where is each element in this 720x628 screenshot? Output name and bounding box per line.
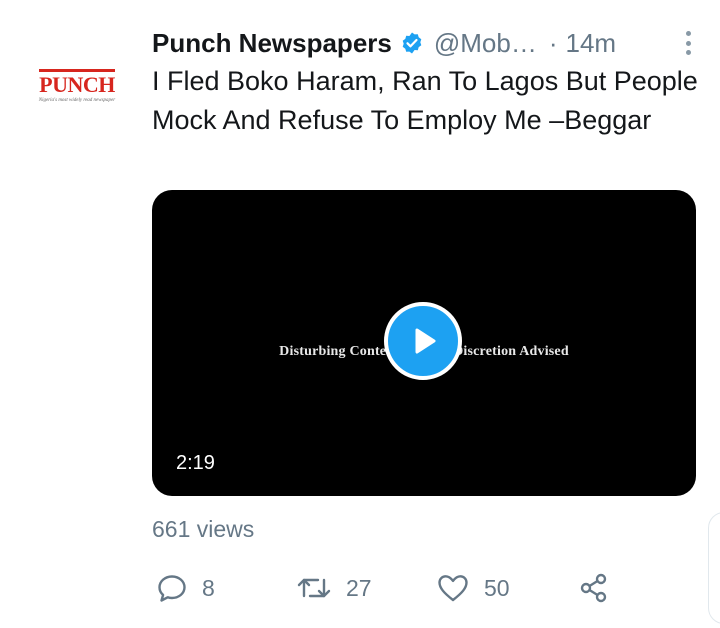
like-icon xyxy=(438,575,468,602)
share-icon xyxy=(580,573,607,603)
author-handle[interactable]: @Mob… xyxy=(434,28,537,59)
tweet-actions: 8 27 50 xyxy=(152,568,622,608)
more-icon[interactable] xyxy=(676,28,700,58)
avatar[interactable]: PUNCH Nigeria's most widely read newspap… xyxy=(22,50,132,122)
tweet-header: Punch Newspapers @Mob… · 14m xyxy=(152,24,700,62)
view-count: 661 views xyxy=(152,516,255,542)
more-dot xyxy=(685,31,691,36)
retweet-button[interactable]: 27 xyxy=(296,568,372,608)
tweet-timestamp[interactable]: 14m xyxy=(566,28,617,59)
reply-icon xyxy=(158,575,186,602)
play-icon xyxy=(415,328,436,354)
punch-logo-tagline: Nigeria's most widely read newspaper xyxy=(38,98,116,103)
video-player[interactable]: Disturbing Content. Viewer Discretion Ad… xyxy=(152,190,696,496)
separator-dot: · xyxy=(548,27,558,58)
like-count: 50 xyxy=(484,574,510,601)
verified-badge-icon xyxy=(400,31,424,55)
reply-button[interactable]: 8 xyxy=(156,568,215,608)
more-dot xyxy=(685,50,691,55)
punch-logo: PUNCH xyxy=(39,69,115,96)
retweet-count: 27 xyxy=(346,574,372,601)
video-duration: 2:19 xyxy=(176,452,215,474)
more-dot xyxy=(685,40,691,46)
author-name[interactable]: Punch Newspapers xyxy=(152,28,392,59)
like-button[interactable]: 50 xyxy=(436,568,510,608)
play-button[interactable] xyxy=(384,302,462,380)
retweet-icon xyxy=(297,578,331,598)
adjacent-card-edge xyxy=(708,512,720,624)
reply-count: 8 xyxy=(202,574,215,601)
tweet-text: I Fled Boko Haram, Ran To Lagos But Peop… xyxy=(152,66,698,135)
share-button[interactable] xyxy=(578,568,610,608)
